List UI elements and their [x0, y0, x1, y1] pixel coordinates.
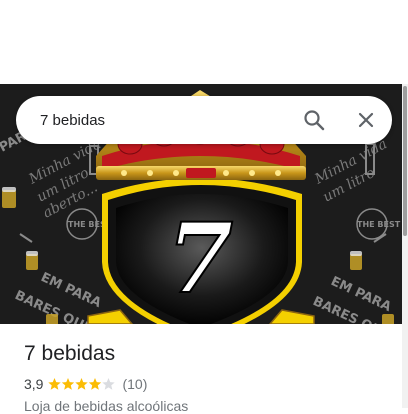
star-filled-icon — [89, 378, 102, 390]
scrollbar[interactable] — [402, 84, 408, 408]
close-icon — [358, 112, 374, 128]
top-blank-area — [0, 0, 408, 84]
search-box[interactable] — [16, 96, 392, 144]
star-filled-icon — [75, 378, 89, 390]
star-empty-icon — [102, 378, 116, 390]
scrollbar-thumb[interactable] — [403, 86, 407, 236]
logo-number: 7 — [167, 202, 234, 315]
star-filled-icon — [48, 378, 62, 390]
place-title: 7 bebidas — [24, 342, 116, 365]
rating-stars — [48, 378, 116, 390]
search-icon — [304, 110, 325, 131]
star-filled-icon — [62, 378, 75, 390]
bg-text: THE BEST BEER — [357, 220, 402, 229]
rating-row[interactable]: 3,9 (10) — [24, 375, 147, 393]
place-category[interactable]: Loja de bebidas alcoólicas — [24, 398, 188, 414]
search-button[interactable] — [300, 106, 328, 134]
review-count[interactable]: (10) — [122, 376, 147, 392]
close-button[interactable] — [352, 106, 380, 134]
search-input[interactable] — [40, 109, 290, 131]
rating-value: 3,9 — [24, 376, 44, 392]
